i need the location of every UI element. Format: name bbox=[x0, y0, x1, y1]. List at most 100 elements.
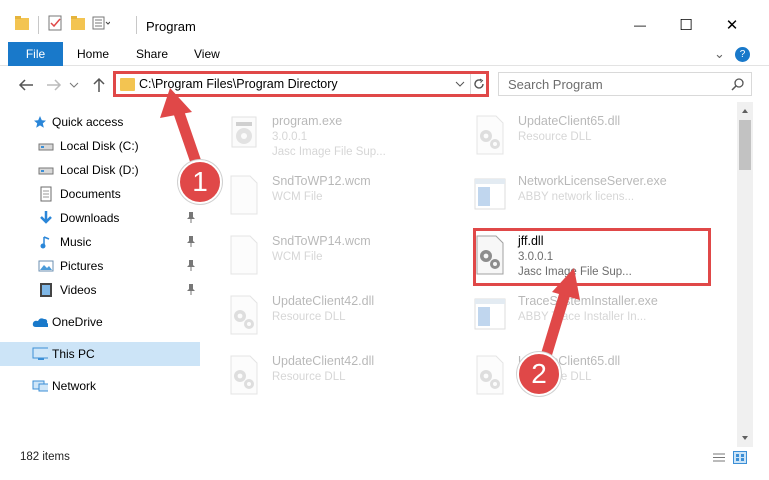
search-input[interactable]: Search Program bbox=[508, 77, 603, 92]
help-icon[interactable]: ? bbox=[735, 47, 750, 62]
network-icon bbox=[32, 378, 48, 394]
items-count: 182 items bbox=[20, 451, 70, 463]
up-arrow-icon bbox=[93, 77, 105, 92]
nav-item-music[interactable]: Music bbox=[0, 230, 200, 254]
tab-share[interactable]: Share bbox=[136, 47, 168, 61]
file-item[interactable]: UpdateClient42.dll Resource DLL bbox=[214, 348, 454, 402]
step-1-badge: 1 bbox=[178, 160, 222, 204]
pin-icon[interactable] bbox=[186, 259, 196, 274]
step-2-badge: 2 bbox=[517, 352, 561, 396]
file-item[interactable]: program.exe 3.0.0.1 Jasc Image File Sup... bbox=[214, 108, 454, 162]
nav-item-onedrive[interactable]: OneDrive bbox=[0, 310, 200, 334]
scroll-down-button[interactable] bbox=[737, 431, 753, 445]
chevron-down-icon bbox=[742, 436, 748, 440]
file-detail: 3.0.0.1 bbox=[272, 131, 308, 143]
file-item[interactable]: TraceSystemInstaller.exe ABBY Trace Insta… bbox=[460, 288, 700, 342]
pin-icon[interactable] bbox=[186, 283, 196, 298]
pin-icon[interactable] bbox=[186, 211, 196, 226]
pin-icon[interactable] bbox=[186, 235, 196, 250]
file-name: UpdateClient42.dll bbox=[272, 354, 375, 368]
navigation-pane: Quick access Local Disk (C:) Local Disk (D… bbox=[0, 106, 210, 446]
nav-item-label: Pictures bbox=[60, 259, 104, 273]
chevron-down-icon[interactable] bbox=[454, 77, 466, 91]
exe-window-icon bbox=[472, 174, 508, 216]
expand-ribbon-icon[interactable]: ⌄ bbox=[714, 46, 725, 62]
dll-icon bbox=[472, 354, 508, 396]
star-icon bbox=[32, 114, 48, 130]
minimize-button[interactable]: — bbox=[617, 10, 663, 40]
nav-item-local-disk-d[interactable]: Local Disk (D:) bbox=[0, 158, 200, 182]
file-detail: ABBY Trace Installer In... bbox=[518, 311, 647, 323]
file-name: program.exe bbox=[272, 114, 343, 128]
tab-home[interactable]: Home bbox=[77, 47, 109, 61]
scroll-thumb[interactable] bbox=[739, 120, 751, 170]
close-icon: ✕ bbox=[725, 17, 739, 34]
blank-file-icon bbox=[226, 234, 262, 276]
properties-icon[interactable] bbox=[47, 14, 63, 32]
window-title: Program bbox=[146, 19, 196, 34]
nav-item-label: Network bbox=[52, 379, 97, 393]
downloads-icon bbox=[38, 210, 54, 226]
search-icon[interactable] bbox=[731, 77, 745, 91]
pictures-icon bbox=[38, 258, 54, 274]
documents-icon bbox=[38, 186, 54, 202]
maximize-button[interactable]: ☐ bbox=[663, 10, 709, 40]
nav-item-network[interactable]: Network bbox=[0, 374, 200, 398]
nav-item-pictures[interactable]: Pictures bbox=[0, 254, 200, 278]
nav-item-local-disk-c[interactable]: Local Disk (C:) bbox=[0, 134, 200, 158]
file-description: Jasc Image File Sup... bbox=[272, 146, 386, 158]
close-button[interactable]: ✕ bbox=[709, 10, 755, 40]
nav-item-downloads[interactable]: Downloads bbox=[0, 206, 200, 230]
refresh-button[interactable] bbox=[470, 74, 487, 94]
dll-icon bbox=[226, 354, 262, 396]
file-detail: WCM File bbox=[272, 251, 323, 263]
recent-locations-button[interactable] bbox=[67, 75, 81, 95]
vertical-scrollbar[interactable] bbox=[737, 102, 753, 447]
music-icon bbox=[38, 234, 54, 250]
file-item[interactable]: UpdateClient42.dll Resource DLL bbox=[214, 288, 454, 342]
highlight-box bbox=[473, 228, 711, 286]
file-item[interactable]: SndToWP12.wcm WCM File bbox=[214, 168, 454, 222]
refresh-icon bbox=[474, 78, 484, 89]
tab-view[interactable]: View bbox=[194, 47, 220, 61]
file-name: SndToWP14.wcm bbox=[272, 234, 371, 248]
nav-item-label: Local Disk (C:) bbox=[60, 139, 139, 153]
search-box[interactable]: Search Program bbox=[498, 72, 752, 96]
file-name: UpdateClient42.dll bbox=[272, 294, 375, 308]
new-folder-icon[interactable] bbox=[70, 14, 86, 32]
large-icons-view-icon[interactable] bbox=[733, 451, 747, 464]
file-item[interactable]: UpdateClient65.dllResource DLL bbox=[460, 108, 700, 162]
file-item[interactable]: NetworkLicenseServer.exe ABBY network lic… bbox=[460, 168, 700, 222]
nav-item-this-pc[interactable]: This PC bbox=[0, 342, 200, 366]
folder-icon[interactable] bbox=[14, 14, 30, 32]
videos-icon bbox=[38, 282, 54, 298]
status-bar: 182 items bbox=[0, 446, 769, 468]
nav-item-quick-access[interactable]: Quick access bbox=[0, 110, 200, 134]
scroll-up-button[interactable] bbox=[737, 104, 753, 118]
dll-icon bbox=[472, 114, 508, 156]
up-button[interactable] bbox=[89, 75, 109, 95]
nav-item-documents[interactable]: Documents bbox=[0, 182, 200, 206]
address-path[interactable]: C:\Program Files\Program Directory bbox=[139, 77, 338, 91]
file-item[interactable]: SndToWP14.wcm WCM File bbox=[214, 228, 454, 282]
separator bbox=[136, 16, 137, 34]
file-item[interactable]: UpdateClient65.dllResource DLL bbox=[460, 348, 700, 402]
nav-item-label: Downloads bbox=[60, 211, 120, 225]
chevron-up-icon bbox=[742, 109, 748, 113]
nav-item-label: Quick access bbox=[52, 115, 124, 129]
address-bar[interactable]: C:\Program Files\Program Directory bbox=[113, 71, 489, 97]
back-button[interactable] bbox=[16, 75, 36, 95]
ribbon: File Home Share View ⌄ ? bbox=[0, 42, 769, 66]
file-name: NetworkLicenseServer.exe bbox=[518, 174, 667, 188]
nav-item-videos[interactable]: Videos bbox=[0, 278, 200, 302]
nav-item-label: This PC bbox=[52, 347, 95, 361]
forward-button[interactable] bbox=[44, 75, 64, 95]
details-view-icon[interactable] bbox=[712, 451, 726, 464]
tab-file[interactable]: File bbox=[8, 42, 63, 66]
dll-icon bbox=[226, 294, 262, 336]
customize-toolbar-icon[interactable] bbox=[92, 14, 110, 32]
nav-item-label: Local Disk (D:) bbox=[60, 163, 139, 177]
title-bar: Program — ☐ ✕ bbox=[0, 0, 769, 42]
chevron-down-icon bbox=[69, 82, 79, 88]
nav-item-label: Documents bbox=[60, 187, 121, 201]
